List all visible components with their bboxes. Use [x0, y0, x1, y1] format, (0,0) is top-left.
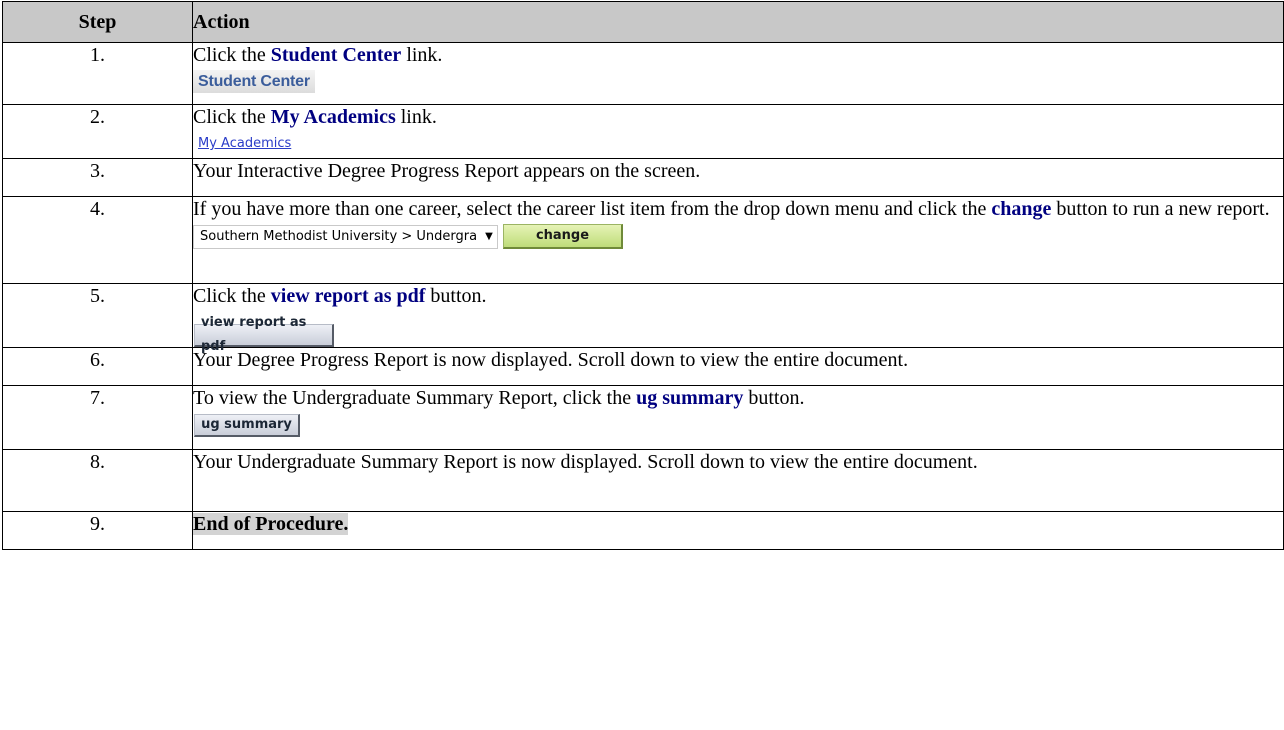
table-row: 3. Your Interactive Degree Progress Repo… [2, 158, 1284, 197]
step-text: Click the [193, 106, 271, 128]
chevron-down-icon[interactable]: ▼ [481, 226, 497, 248]
step-number: 4. [2, 196, 193, 284]
step-action: Click the My Academics link. My Academic… [192, 104, 1284, 159]
step-text: button. [743, 387, 805, 409]
table-row: 8. Your Undergraduate Summary Report is … [2, 449, 1284, 512]
step-number: 9. [2, 511, 193, 550]
step-number: 6. [2, 347, 193, 386]
action-column-header: Action [192, 1, 1284, 43]
table-row: 6. Your Degree Progress Report is now di… [2, 347, 1284, 386]
step-number: 7. [2, 385, 193, 450]
step-emphasis: ug summary [636, 387, 744, 409]
step-action: If you have more than one career, select… [192, 196, 1284, 284]
table-row: 2. Click the My Academics link. My Acade… [2, 104, 1284, 159]
my-academics-link[interactable]: My Academics [198, 136, 291, 152]
table-row: 9. End of Procedure. [2, 511, 1284, 550]
step-text: Click the [193, 44, 271, 66]
step-emphasis: Student Center [270, 44, 402, 66]
procedure-table: Step Action 1. Click the Student Center … [2, 1, 1284, 550]
step-action: Click the Student Center link. Student C… [192, 42, 1284, 105]
step-action: End of Procedure. [192, 511, 1284, 550]
career-dropdown[interactable]: Southern Methodist University > Undergra… [193, 224, 498, 249]
step-action: Your Interactive Degree Progress Report … [192, 158, 1284, 197]
ug-summary-button[interactable]: ug summary [194, 414, 300, 437]
step-number: 5. [2, 283, 193, 348]
step-emphasis: view report as pdf [270, 285, 426, 307]
table-header-row: Step Action [2, 1, 1284, 43]
career-dropdown-value: Southern Methodist University > Undergra [200, 228, 478, 244]
step-text: To view the Undergraduate Summary Report… [193, 387, 637, 409]
step-action: Your Degree Progress Report is now displ… [192, 347, 1284, 386]
step-emphasis: change [991, 198, 1052, 220]
step-text: Click the [193, 285, 271, 307]
step-text: button. [425, 285, 487, 307]
end-of-procedure: End of Procedure. [193, 513, 349, 535]
table-row: 5. Click the view report as pdf button. … [2, 283, 1284, 354]
step-text: link. [395, 106, 437, 128]
step-action: To view the Undergraduate Summary Report… [192, 385, 1284, 450]
career-selector: Southern Methodist University > Undergra… [193, 224, 1283, 249]
step-text: If you have more than one career, select… [193, 198, 992, 220]
view-report-as-pdf-button[interactable]: view report as pdf [194, 315, 334, 354]
step-action: Your Undergraduate Summary Report is now… [192, 449, 1284, 512]
step-emphasis: My Academics [270, 106, 396, 128]
step-text: link. [401, 44, 443, 66]
table-row: 7. To view the Undergraduate Summary Rep… [2, 385, 1284, 450]
change-button[interactable]: change [503, 224, 623, 249]
table-row: 4. If you have more than one career, sel… [2, 196, 1284, 284]
student-center-link[interactable]: Student Center [193, 70, 315, 93]
step-number: 3. [2, 158, 193, 197]
table-row: 1. Click the Student Center link. Studen… [2, 42, 1284, 105]
step-text: button to run a new report. [1051, 198, 1270, 220]
step-number: 2. [2, 104, 193, 159]
step-number: 1. [2, 42, 193, 105]
step-action: Click the view report as pdf button. vie… [192, 283, 1284, 354]
step-number: 8. [2, 449, 193, 512]
step-column-header: Step [2, 1, 193, 43]
